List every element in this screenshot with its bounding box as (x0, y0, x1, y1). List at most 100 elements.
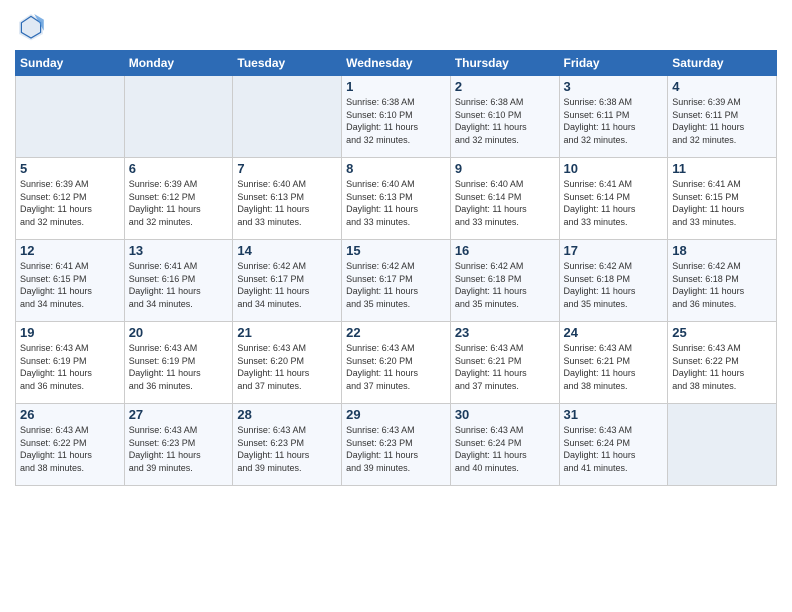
day-info: Sunrise: 6:40 AM Sunset: 6:14 PM Dayligh… (455, 178, 555, 228)
day-number: 24 (564, 325, 664, 340)
day-info: Sunrise: 6:43 AM Sunset: 6:20 PM Dayligh… (346, 342, 446, 392)
day-info: Sunrise: 6:41 AM Sunset: 6:16 PM Dayligh… (129, 260, 229, 310)
day-number: 19 (20, 325, 120, 340)
calendar-cell: 29 Sunrise: 6:43 AM Sunset: 6:23 PM Dayli… (342, 404, 451, 486)
day-info: Sunrise: 6:42 AM Sunset: 6:18 PM Dayligh… (564, 260, 664, 310)
day-info: Sunrise: 6:38 AM Sunset: 6:10 PM Dayligh… (455, 96, 555, 146)
day-number: 23 (455, 325, 555, 340)
day-number: 11 (672, 161, 772, 176)
calendar-cell: 8 Sunrise: 6:40 AM Sunset: 6:13 PM Daylig… (342, 158, 451, 240)
day-info: Sunrise: 6:40 AM Sunset: 6:13 PM Dayligh… (346, 178, 446, 228)
calendar-cell: 25 Sunrise: 6:43 AM Sunset: 6:22 PM Dayli… (668, 322, 777, 404)
day-number: 9 (455, 161, 555, 176)
day-number: 15 (346, 243, 446, 258)
day-info: Sunrise: 6:43 AM Sunset: 6:21 PM Dayligh… (564, 342, 664, 392)
day-number: 12 (20, 243, 120, 258)
day-number: 26 (20, 407, 120, 422)
day-number: 21 (237, 325, 337, 340)
day-number: 20 (129, 325, 229, 340)
day-info: Sunrise: 6:42 AM Sunset: 6:17 PM Dayligh… (237, 260, 337, 310)
day-info: Sunrise: 6:43 AM Sunset: 6:22 PM Dayligh… (672, 342, 772, 392)
day-info: Sunrise: 6:38 AM Sunset: 6:11 PM Dayligh… (564, 96, 664, 146)
day-number: 5 (20, 161, 120, 176)
main-container: SundayMondayTuesdayWednesdayThursdayFrid… (0, 0, 792, 496)
calendar-table: SundayMondayTuesdayWednesdayThursdayFrid… (15, 50, 777, 486)
day-number: 14 (237, 243, 337, 258)
day-number: 3 (564, 79, 664, 94)
day-info: Sunrise: 6:43 AM Sunset: 6:23 PM Dayligh… (346, 424, 446, 474)
calendar-cell: 27 Sunrise: 6:43 AM Sunset: 6:23 PM Dayli… (124, 404, 233, 486)
header (15, 10, 777, 42)
weekday-header-sunday: Sunday (16, 51, 125, 76)
day-info: Sunrise: 6:42 AM Sunset: 6:18 PM Dayligh… (672, 260, 772, 310)
calendar-cell: 14 Sunrise: 6:42 AM Sunset: 6:17 PM Dayli… (233, 240, 342, 322)
calendar-cell: 22 Sunrise: 6:43 AM Sunset: 6:20 PM Dayli… (342, 322, 451, 404)
day-info: Sunrise: 6:43 AM Sunset: 6:20 PM Dayligh… (237, 342, 337, 392)
day-number: 1 (346, 79, 446, 94)
calendar-cell (124, 76, 233, 158)
day-info: Sunrise: 6:38 AM Sunset: 6:10 PM Dayligh… (346, 96, 446, 146)
day-number: 29 (346, 407, 446, 422)
calendar-week-1: 1 Sunrise: 6:38 AM Sunset: 6:10 PM Daylig… (16, 76, 777, 158)
day-number: 25 (672, 325, 772, 340)
calendar-cell: 24 Sunrise: 6:43 AM Sunset: 6:21 PM Dayli… (559, 322, 668, 404)
day-number: 18 (672, 243, 772, 258)
day-info: Sunrise: 6:43 AM Sunset: 6:21 PM Dayligh… (455, 342, 555, 392)
day-info: Sunrise: 6:43 AM Sunset: 6:23 PM Dayligh… (129, 424, 229, 474)
day-info: Sunrise: 6:43 AM Sunset: 6:22 PM Dayligh… (20, 424, 120, 474)
day-info: Sunrise: 6:42 AM Sunset: 6:18 PM Dayligh… (455, 260, 555, 310)
day-number: 16 (455, 243, 555, 258)
calendar-cell: 9 Sunrise: 6:40 AM Sunset: 6:14 PM Daylig… (450, 158, 559, 240)
calendar-cell: 12 Sunrise: 6:41 AM Sunset: 6:15 PM Dayli… (16, 240, 125, 322)
weekday-header-saturday: Saturday (668, 51, 777, 76)
calendar-cell: 17 Sunrise: 6:42 AM Sunset: 6:18 PM Dayli… (559, 240, 668, 322)
calendar-cell (668, 404, 777, 486)
day-number: 22 (346, 325, 446, 340)
calendar-cell: 19 Sunrise: 6:43 AM Sunset: 6:19 PM Dayli… (16, 322, 125, 404)
calendar-cell: 20 Sunrise: 6:43 AM Sunset: 6:19 PM Dayli… (124, 322, 233, 404)
calendar-cell: 16 Sunrise: 6:42 AM Sunset: 6:18 PM Dayli… (450, 240, 559, 322)
calendar-cell: 2 Sunrise: 6:38 AM Sunset: 6:10 PM Daylig… (450, 76, 559, 158)
calendar-cell: 30 Sunrise: 6:43 AM Sunset: 6:24 PM Dayli… (450, 404, 559, 486)
calendar-cell: 1 Sunrise: 6:38 AM Sunset: 6:10 PM Daylig… (342, 76, 451, 158)
day-info: Sunrise: 6:41 AM Sunset: 6:14 PM Dayligh… (564, 178, 664, 228)
day-number: 7 (237, 161, 337, 176)
logo (15, 10, 51, 42)
day-number: 8 (346, 161, 446, 176)
calendar-cell: 10 Sunrise: 6:41 AM Sunset: 6:14 PM Dayli… (559, 158, 668, 240)
day-number: 27 (129, 407, 229, 422)
weekday-header-friday: Friday (559, 51, 668, 76)
day-info: Sunrise: 6:41 AM Sunset: 6:15 PM Dayligh… (20, 260, 120, 310)
day-number: 17 (564, 243, 664, 258)
weekday-header-thursday: Thursday (450, 51, 559, 76)
weekday-header-wednesday: Wednesday (342, 51, 451, 76)
weekday-header-monday: Monday (124, 51, 233, 76)
calendar-cell (233, 76, 342, 158)
day-info: Sunrise: 6:40 AM Sunset: 6:13 PM Dayligh… (237, 178, 337, 228)
calendar-cell: 5 Sunrise: 6:39 AM Sunset: 6:12 PM Daylig… (16, 158, 125, 240)
calendar-week-2: 5 Sunrise: 6:39 AM Sunset: 6:12 PM Daylig… (16, 158, 777, 240)
day-info: Sunrise: 6:43 AM Sunset: 6:24 PM Dayligh… (455, 424, 555, 474)
day-info: Sunrise: 6:43 AM Sunset: 6:19 PM Dayligh… (129, 342, 229, 392)
day-info: Sunrise: 6:43 AM Sunset: 6:24 PM Dayligh… (564, 424, 664, 474)
calendar-week-3: 12 Sunrise: 6:41 AM Sunset: 6:15 PM Dayli… (16, 240, 777, 322)
calendar-cell: 6Sunrise: 6:39 AM Sunset: 6:12 PM Daylig… (124, 158, 233, 240)
day-number: 10 (564, 161, 664, 176)
day-number: 31 (564, 407, 664, 422)
day-info: Sunrise: 6:42 AM Sunset: 6:17 PM Dayligh… (346, 260, 446, 310)
weekday-header-tuesday: Tuesday (233, 51, 342, 76)
logo-icon (15, 10, 47, 42)
calendar-cell (16, 76, 125, 158)
calendar-cell: 7 Sunrise: 6:40 AM Sunset: 6:13 PM Daylig… (233, 158, 342, 240)
calendar-header-row: SundayMondayTuesdayWednesdayThursdayFrid… (16, 51, 777, 76)
day-number: 13 (129, 243, 229, 258)
day-number: 30 (455, 407, 555, 422)
calendar-week-4: 19 Sunrise: 6:43 AM Sunset: 6:19 PM Dayli… (16, 322, 777, 404)
calendar-cell: 4Sunrise: 6:39 AM Sunset: 6:11 PM Daylig… (668, 76, 777, 158)
day-info: Sunrise: 6:39 AM Sunset: 6:12 PM Dayligh… (20, 178, 120, 228)
day-number: 2 (455, 79, 555, 94)
calendar-cell: 28Sunrise: 6:43 AM Sunset: 6:23 PM Dayli… (233, 404, 342, 486)
calendar-cell: 23 Sunrise: 6:43 AM Sunset: 6:21 PM Dayli… (450, 322, 559, 404)
day-info: Sunrise: 6:43 AM Sunset: 6:19 PM Dayligh… (20, 342, 120, 392)
calendar-week-5: 26 Sunrise: 6:43 AM Sunset: 6:22 PM Dayli… (16, 404, 777, 486)
